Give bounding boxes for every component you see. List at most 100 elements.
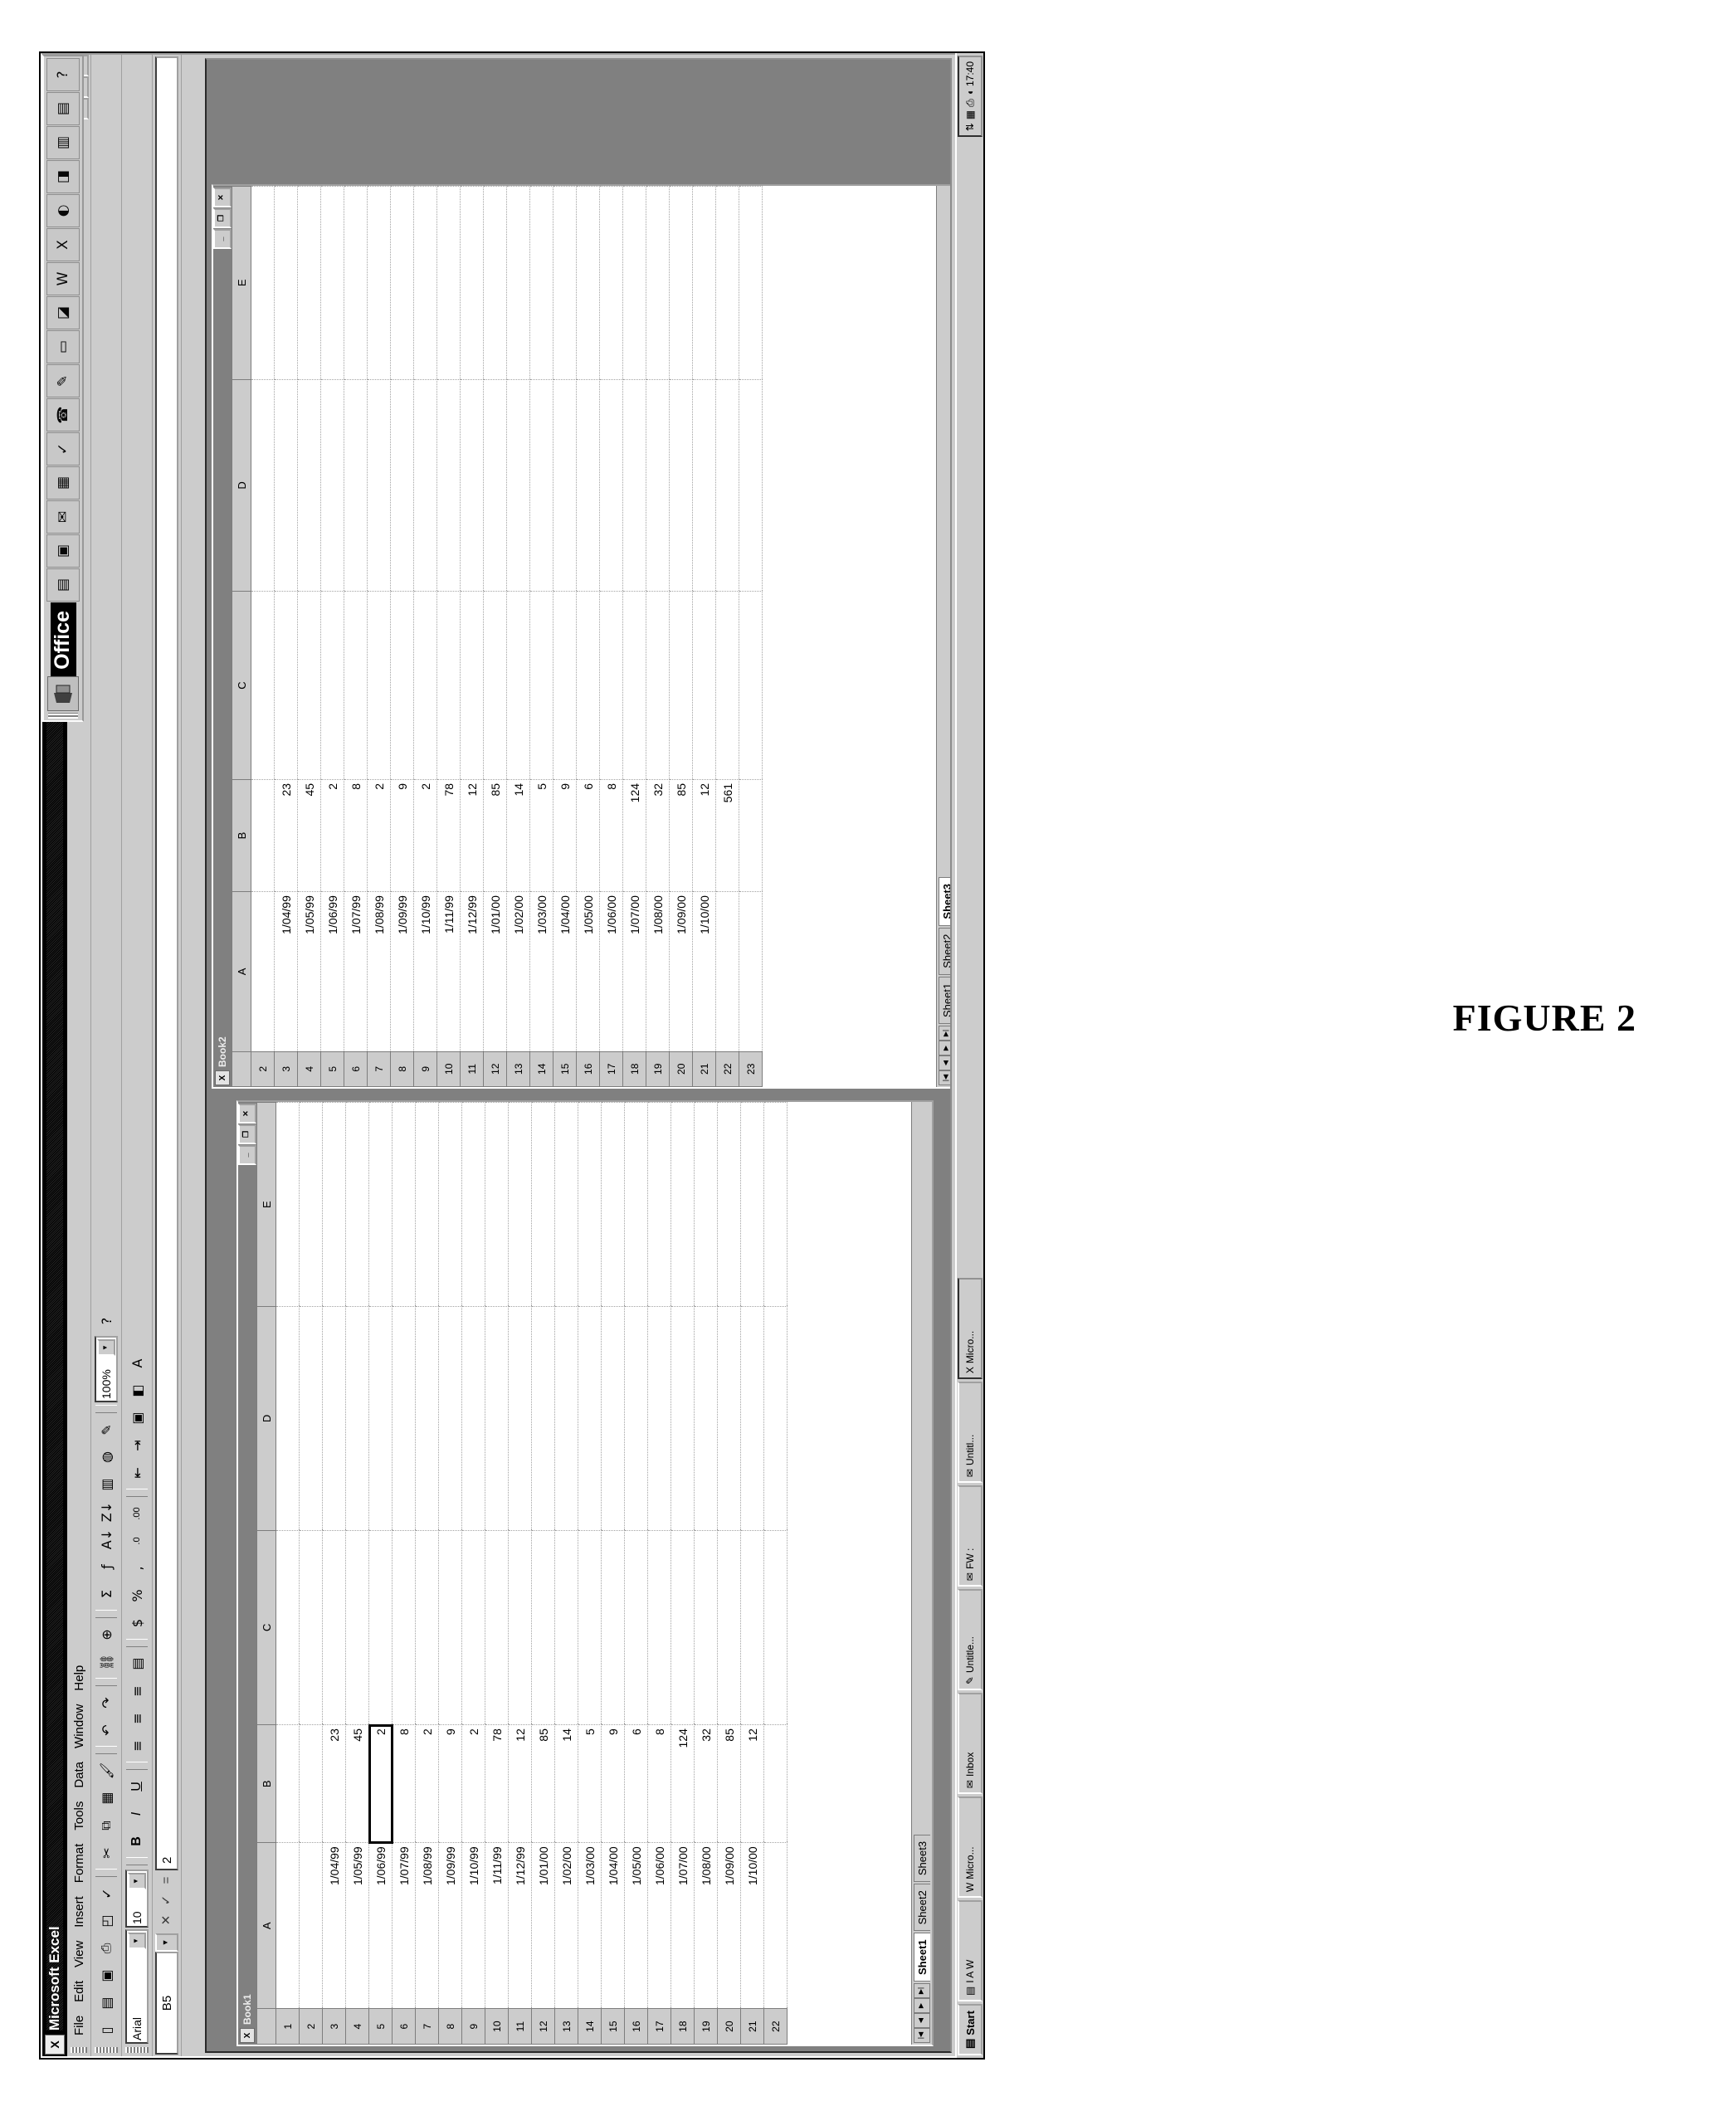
new-message-icon[interactable]: ✉ [46,500,80,534]
row-header-18[interactable]: 18 [622,1051,646,1087]
column-header-e[interactable]: E [256,1102,276,1307]
cell-E5[interactable] [368,1102,393,1307]
microsoft-excel-icon[interactable]: X [46,228,80,261]
bold-icon[interactable]: B [124,1828,150,1855]
insert-hyperlink-icon[interactable]: ⛓ [93,1649,119,1675]
cell-D21[interactable] [740,1306,764,1531]
print-icon[interactable]: ⎙ [93,1935,119,1962]
table-row[interactable]: 16 1/05/00 6 [624,1102,648,2045]
new-icon[interactable]: ▯ [93,2017,119,2044]
cell-D13[interactable] [506,379,530,592]
cell-A7[interactable]: 1/08/99 [367,891,391,1052]
cell-A18[interactable]: 1/07/00 [622,891,646,1052]
cell-A19[interactable]: 1/08/00 [694,1842,718,2009]
menu-item-insert[interactable]: Insert [70,1889,89,1934]
table-row[interactable]: 6 1/07/99 8 [392,1102,416,2045]
table-row[interactable]: 2 [251,186,275,1087]
table-row[interactable]: 8 1/09/99 9 [390,186,414,1087]
table-row[interactable]: 18 1/07/00 124 [671,1102,695,2045]
first-sheet-button[interactable]: |◀ [914,2028,930,2043]
cell-C6[interactable] [392,1530,416,1725]
cell-A14[interactable]: 1/03/00 [578,1842,602,2009]
cell-C2[interactable] [251,591,275,780]
printer-icon[interactable]: ⎙ [964,99,977,107]
web-toolbar-icon[interactable]: ⊕ [93,1621,119,1648]
decrease-indent-icon[interactable]: ⇤ [124,1460,150,1486]
cell-D22[interactable] [763,1306,788,1531]
cell-D15[interactable] [553,379,577,592]
cell-D3[interactable] [322,1306,346,1531]
row-header-4[interactable]: 4 [297,1051,321,1087]
cell-B16[interactable]: 6 [624,1724,648,1843]
table-row[interactable]: 5 1/06/99 2 [320,186,344,1087]
comma-style-icon[interactable]: , [124,1555,150,1582]
cell-C11[interactable] [460,591,484,780]
cell-A3[interactable]: 1/04/99 [274,891,298,1052]
open-office-document-icon[interactable]: ▣ [46,534,80,568]
cell-D22[interactable] [715,379,739,592]
cell-A13[interactable]: 1/02/00 [554,1842,578,2009]
cell-A1[interactable] [276,1842,300,2009]
cell-A16[interactable]: 1/05/00 [624,1842,648,2009]
cell-D9[interactable] [461,1306,485,1531]
table-row[interactable]: 11 1/12/99 12 [460,186,484,1087]
cell-D15[interactable] [601,1306,625,1531]
increase-indent-icon[interactable]: ⇥ [124,1432,150,1459]
cell-B13[interactable]: 14 [506,779,530,892]
sheet-tab-sheet3[interactable]: Sheet3 [939,876,952,926]
cell-E23[interactable] [739,186,763,380]
menu-item-help[interactable]: Help [70,1659,89,1698]
row-header-14[interactable]: 14 [578,2008,602,2045]
table-row[interactable]: 19 1/08/00 32 [646,186,670,1087]
column-header-c[interactable]: C [256,1530,276,1725]
cell-B20[interactable]: 85 [717,1724,741,1843]
cell-C12[interactable] [483,591,507,780]
menu-item-format[interactable]: Format [70,1837,89,1890]
cell-B2[interactable] [251,779,275,892]
cell-C4[interactable] [345,1530,369,1725]
table-row[interactable]: 17 1/06/00 8 [647,1102,671,2045]
row-header-16[interactable]: 16 [576,1051,600,1087]
cell-E22[interactable] [715,186,739,380]
cell-C10[interactable] [485,1530,509,1725]
cell-C3[interactable] [274,591,298,780]
office-logo-icon[interactable] [47,675,79,711]
table-row[interactable]: 12 1/01/00 85 [483,186,507,1087]
edit-formula-icon[interactable]: = [157,1870,177,1890]
table-row[interactable]: 22 561 [715,186,739,1087]
cell-C3[interactable] [322,1530,346,1725]
cell-E14[interactable] [529,186,553,380]
office-bar-grip[interactable] [48,712,78,719]
cell-B8[interactable]: 9 [438,1724,462,1843]
cell-C17[interactable] [599,591,623,780]
cell-B2[interactable] [299,1724,323,1843]
cell-E11[interactable] [460,186,484,380]
next-sheet-button[interactable]: ▶ [914,1998,930,2013]
cell-C22[interactable] [715,591,739,780]
getting-results-book-icon[interactable]: ▤ [46,92,80,125]
cell-A20[interactable]: 1/09/00 [717,1842,741,2009]
cell-B15[interactable]: 9 [601,1724,625,1843]
cell-D7[interactable] [415,1306,439,1531]
cell-C19[interactable] [646,591,670,780]
cell-D17[interactable] [599,379,623,592]
workbook-right-close-button[interactable]: ✕ [213,188,232,207]
microsoft-powerpoint-icon[interactable]: ◐ [46,194,80,227]
cell-C19[interactable] [694,1530,718,1725]
cell-E8[interactable] [438,1102,462,1307]
row-header-17[interactable]: 17 [599,1051,623,1087]
previous-sheet-button[interactable]: ◀ [914,2013,930,2028]
cell-D19[interactable] [646,379,670,592]
cell-A17[interactable]: 1/06/00 [599,891,623,1052]
cell-A5[interactable]: 1/06/99 [320,891,344,1052]
cell-B5[interactable]: 2 [368,1720,393,1847]
copy-icon[interactable]: ⧉ [93,1812,119,1839]
cell-E10[interactable] [436,186,461,380]
cell-B6[interactable]: 8 [344,779,368,892]
row-header-8[interactable]: 8 [390,1051,414,1087]
cell-D14[interactable] [529,379,553,592]
row-header-13[interactable]: 13 [506,1051,530,1087]
row-header-3[interactable]: 3 [274,1051,298,1087]
table-row[interactable]: 15 1/04/00 9 [553,186,577,1087]
row-header-23[interactable]: 23 [739,1051,763,1087]
